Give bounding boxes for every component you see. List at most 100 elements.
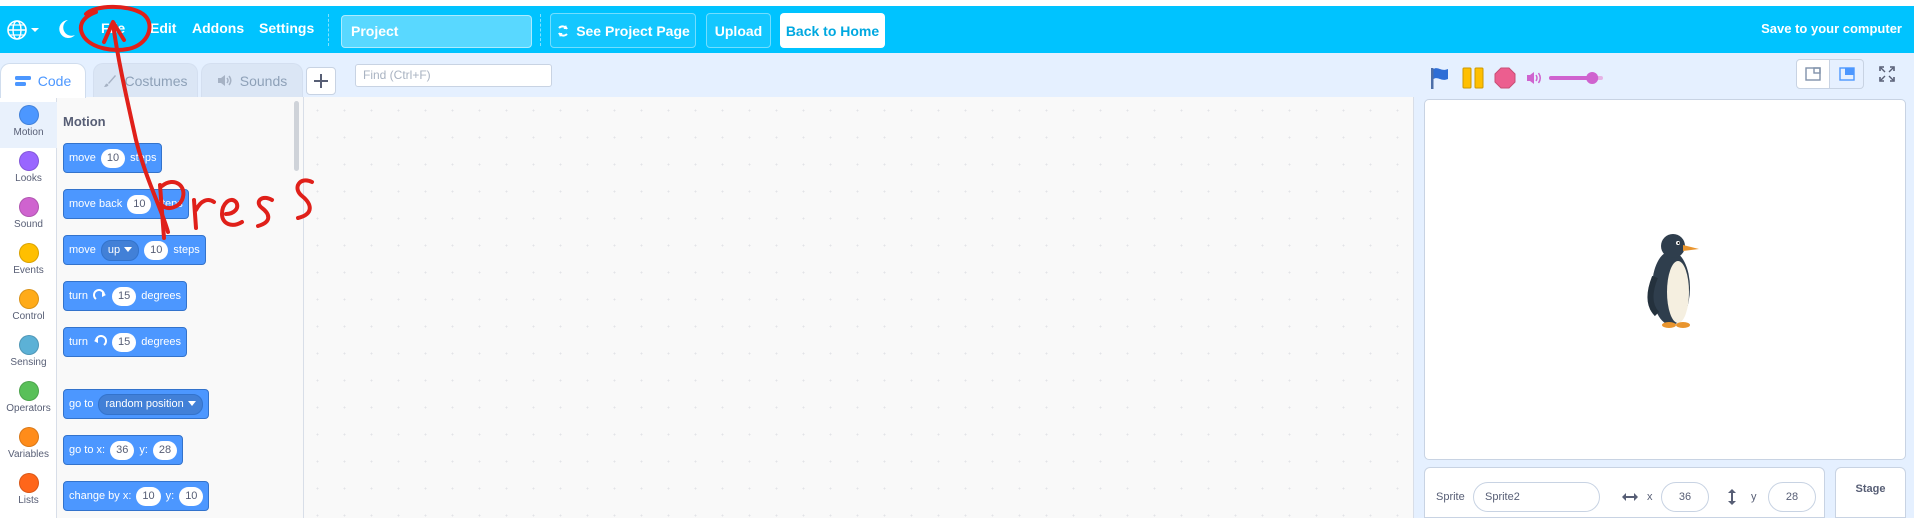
fullscreen-button[interactable] <box>1870 59 1904 89</box>
block-text: move <box>69 244 96 256</box>
block-number-input[interactable]: 10 <box>179 486 204 506</box>
see-project-page-button[interactable]: See Project Page <box>550 13 696 48</box>
theme-toggle[interactable] <box>58 18 80 42</box>
speaker-icon <box>217 75 232 86</box>
refresh-icon <box>558 24 569 37</box>
plus-icon <box>314 74 328 88</box>
category-variables[interactable]: Variables <box>0 424 57 470</box>
penguin-sprite[interactable] <box>1647 232 1707 328</box>
block-text: degrees <box>141 290 181 302</box>
block-number-input[interactable]: 15 <box>111 332 137 352</box>
block-move-steps[interactable]: move 10 steps <box>63 143 163 173</box>
category-dot <box>18 289 39 309</box>
category-dot <box>18 473 39 493</box>
volume-slider[interactable] <box>1548 70 1604 86</box>
x-position-input[interactable]: 36 <box>1661 482 1709 512</box>
block-number-input[interactable]: 15 <box>111 286 137 306</box>
category-menu: Motion Looks Sound Events Control Sensin… <box>0 97 57 518</box>
upload-label: Upload <box>714 22 763 39</box>
dropdown-value: up <box>107 244 121 256</box>
back-to-home-button[interactable]: Back to Home <box>780 13 885 48</box>
block-number-input[interactable]: 10 <box>100 148 126 168</box>
sprite-name-input[interactable]: Sprite2 <box>1473 482 1600 512</box>
fullscreen-icon <box>1879 66 1895 82</box>
category-lists[interactable]: Lists <box>0 470 57 516</box>
block-go-to-xy[interactable]: go to x: 36 y: 28 <box>63 435 184 465</box>
block-number-input[interactable]: 10 <box>136 486 161 506</box>
find-input[interactable]: Find (Ctrl+F) <box>355 64 552 87</box>
block-dropdown[interactable]: up <box>100 239 140 261</box>
category-label: Looks <box>15 173 42 184</box>
block-go-to[interactable]: go to random position <box>63 389 209 419</box>
tab-row: Code Costumes Sounds Find (Ctrl+F) <box>0 53 1914 98</box>
palette-title: Motion <box>63 114 106 129</box>
y-label: y <box>1751 491 1757 503</box>
block-number-input[interactable]: 10 <box>127 194 152 214</box>
block-number-input[interactable]: 36 <box>110 440 135 460</box>
project-title-input[interactable]: Project <box>341 15 532 48</box>
menu-addons[interactable]: Addons <box>192 20 244 36</box>
volume-icon[interactable] <box>1526 70 1544 86</box>
caret-down-icon <box>124 247 133 252</box>
horizontal-arrows-icon <box>1622 493 1638 501</box>
block-move-direction[interactable]: move up 10 steps <box>63 235 206 265</box>
tab-sounds[interactable]: Sounds <box>201 63 303 97</box>
dropdown-value: random position <box>105 398 184 410</box>
category-dot <box>18 105 39 125</box>
category-operators[interactable]: Operators <box>0 378 57 424</box>
block-text: y: <box>165 490 175 502</box>
block-palette: Motion move 10 steps move back 10 steps … <box>57 97 304 518</box>
tab-costumes[interactable]: Costumes <box>93 63 198 97</box>
category-sound[interactable]: Sound <box>0 194 57 240</box>
stop-icon[interactable] <box>1494 67 1516 89</box>
category-label: Sound <box>14 219 43 230</box>
language-menu[interactable] <box>6 18 42 42</box>
stage-canvas[interactable] <box>1424 99 1906 460</box>
menu-settings[interactable]: Settings <box>259 20 314 36</box>
rotate-left-icon <box>93 335 107 346</box>
block-number-input[interactable]: 10 <box>144 240 169 260</box>
caret-down-icon <box>31 28 39 32</box>
tab-sounds-label: Sounds <box>239 72 288 89</box>
block-number-input[interactable]: 28 <box>152 440 178 460</box>
category-looks[interactable]: Looks <box>0 148 57 194</box>
caret-down-icon <box>187 401 196 406</box>
category-sensing[interactable]: Sensing <box>0 332 57 378</box>
script-workspace[interactable] <box>304 97 1414 518</box>
menu-edit[interactable]: Edit <box>150 20 176 36</box>
save-to-computer-link[interactable]: Save to your computer <box>1761 21 1902 36</box>
tab-code[interactable]: Code <box>0 63 86 98</box>
block-text: move <box>69 152 96 164</box>
code-icon <box>14 76 31 86</box>
block-dropdown[interactable]: random position <box>98 393 203 415</box>
large-stage-icon <box>1838 67 1855 81</box>
green-flag-icon[interactable] <box>1428 66 1452 90</box>
rotate-right-icon <box>93 289 106 300</box>
category-dot <box>18 243 39 263</box>
add-extension-button[interactable] <box>306 67 336 95</box>
block-change-by-xy[interactable]: change by x: 10 y: 10 <box>63 481 210 511</box>
block-text: go to <box>69 398 94 410</box>
moon-icon <box>59 20 75 38</box>
block-turn-left[interactable]: turn 15 degrees <box>63 327 187 357</box>
category-motion[interactable]: Motion <box>0 102 57 148</box>
category-dot <box>18 381 39 401</box>
block-turn-right[interactable]: turn 15 degrees <box>63 281 187 311</box>
category-control[interactable]: Control <box>0 286 57 332</box>
stage-selector[interactable]: Stage <box>1835 467 1906 518</box>
block-text: turn <box>69 290 88 302</box>
globe-icon <box>7 20 27 40</box>
large-stage-button[interactable] <box>1830 59 1864 89</box>
menu-file[interactable]: File <box>101 20 125 36</box>
pause-icon[interactable] <box>1462 66 1484 90</box>
y-position-input[interactable]: 28 <box>1768 482 1816 512</box>
small-stage-button[interactable] <box>1796 59 1830 89</box>
category-label: Control <box>12 311 45 322</box>
category-events[interactable]: Events <box>0 240 57 286</box>
upload-button[interactable]: Upload <box>706 13 771 48</box>
see-project-page-label: See Project Page <box>576 22 690 39</box>
block-move-back[interactable]: move back 10 steps <box>63 189 189 219</box>
block-text: go to x: <box>69 444 106 456</box>
category-label: Sensing <box>10 357 47 368</box>
palette-scrollbar[interactable] <box>294 101 299 171</box>
